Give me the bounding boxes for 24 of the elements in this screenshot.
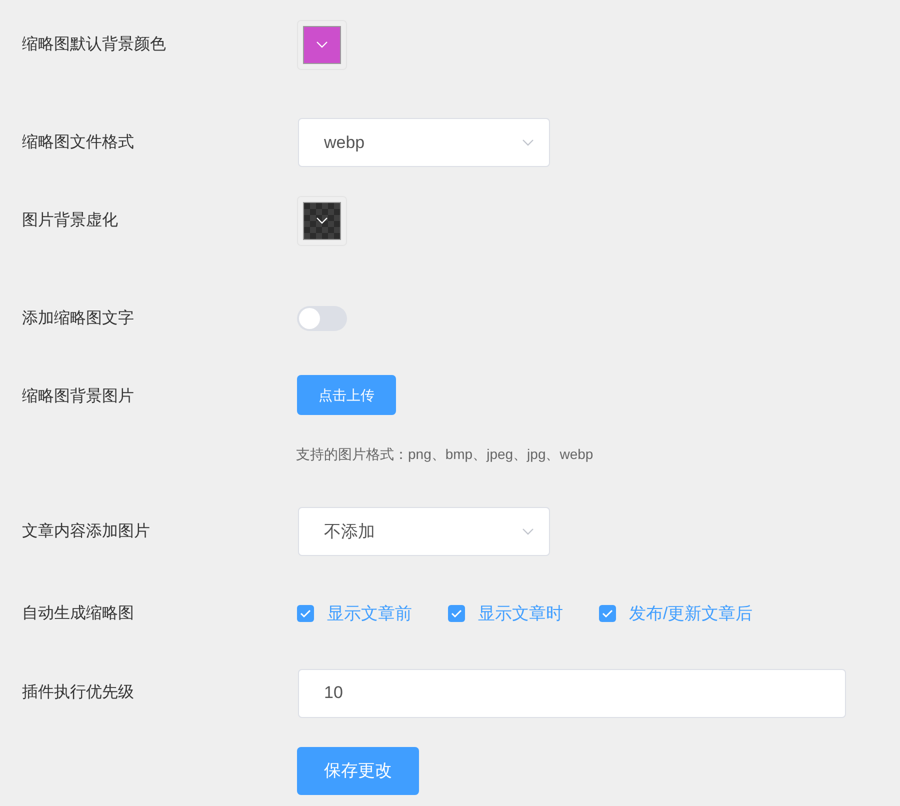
field-label: 缩略图文件格式: [21, 132, 135, 152]
select-field[interactable]: webp: [298, 118, 550, 167]
chevron-down-icon: [522, 528, 534, 536]
field-label: 添加缩略图文字: [21, 308, 135, 328]
checkbox[interactable]: 发布/更新文章后: [599, 601, 753, 626]
toggle-switch[interactable]: [297, 306, 347, 331]
field-label: 图片背景虚化: [21, 210, 119, 231]
input-field[interactable]: 10: [298, 668, 846, 718]
color-picker[interactable]: [297, 196, 347, 246]
save-button[interactable]: 保存更改: [297, 746, 419, 794]
upload-button[interactable]: 点击上传: [297, 375, 396, 415]
field-label: 文章内容添加图片: [21, 522, 151, 542]
checkbox[interactable]: 显示文章前: [297, 601, 412, 626]
select-field[interactable]: 不添加: [298, 507, 550, 556]
chevron-down-icon: [316, 217, 328, 225]
field-label: 缩略图默认背景颜色: [21, 34, 167, 55]
help-text: 支持的图片格式：png、bmp、jpeg、jpg、webp: [296, 447, 594, 461]
field-label: 缩略图背景图片: [21, 386, 135, 407]
chevron-down-icon: [316, 41, 328, 49]
color-picker[interactable]: [297, 20, 347, 70]
field-label: 自动生成缩略图: [21, 604, 135, 624]
checkbox[interactable]: 显示文章时: [448, 601, 563, 626]
chevron-down-icon: [522, 138, 534, 146]
field-label: 插件执行优先级: [21, 682, 135, 703]
